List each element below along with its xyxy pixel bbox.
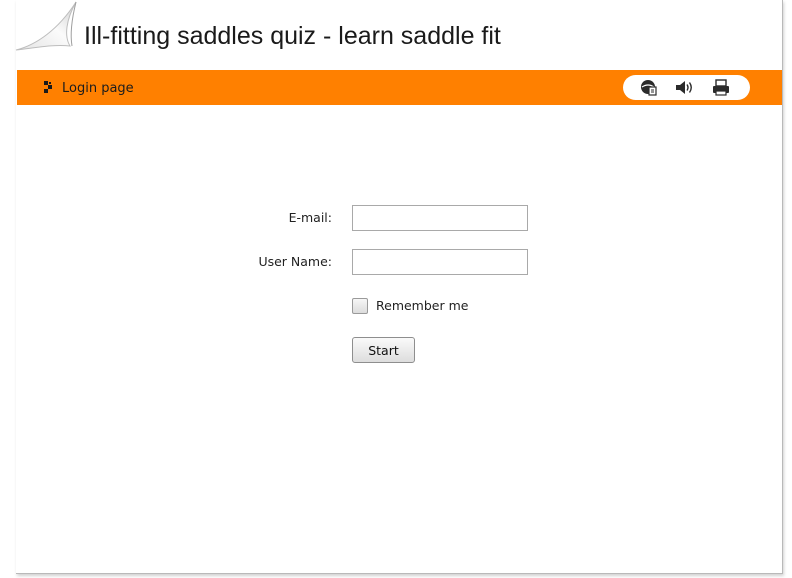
username-label: User Name: <box>258 254 332 269</box>
remember-me-checkbox[interactable] <box>352 298 368 314</box>
remember-me-label[interactable]: Remember me <box>376 298 468 313</box>
username-field[interactable] <box>352 249 528 275</box>
page: Ill-fitting saddles quiz - learn saddle … <box>0 0 792 578</box>
email-field[interactable] <box>352 205 528 231</box>
breadcrumb-label: Login page <box>62 80 134 96</box>
page-curl-decoration <box>15 0 84 60</box>
page-title: Ill-fitting saddles quiz - learn saddle … <box>84 22 501 50</box>
start-button[interactable]: Start <box>352 337 415 363</box>
help-globe-icon[interactable] <box>639 78 659 97</box>
breadcrumb-bullet-icon <box>44 81 52 93</box>
speaker-icon[interactable] <box>674 78 694 97</box>
email-label: E-mail: <box>288 210 332 225</box>
printer-icon[interactable] <box>711 78 731 97</box>
breadcrumb: Login page <box>44 80 134 96</box>
toolbar <box>623 75 750 100</box>
navbar: Login page <box>17 70 782 105</box>
